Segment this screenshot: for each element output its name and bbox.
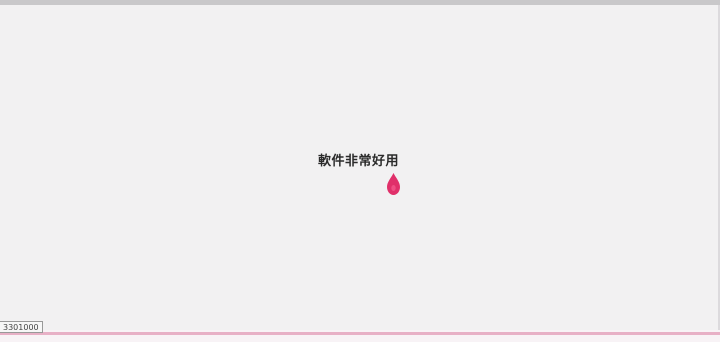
bottom-progress-line [0, 332, 720, 335]
center-caption: 軟件非常好用 [318, 154, 400, 169]
status-tag: 3301000 [0, 321, 43, 333]
drop-pointer-icon [387, 173, 400, 195]
app-window: 軟件非常好用 3301000 [0, 0, 720, 342]
top-border [0, 0, 720, 5]
